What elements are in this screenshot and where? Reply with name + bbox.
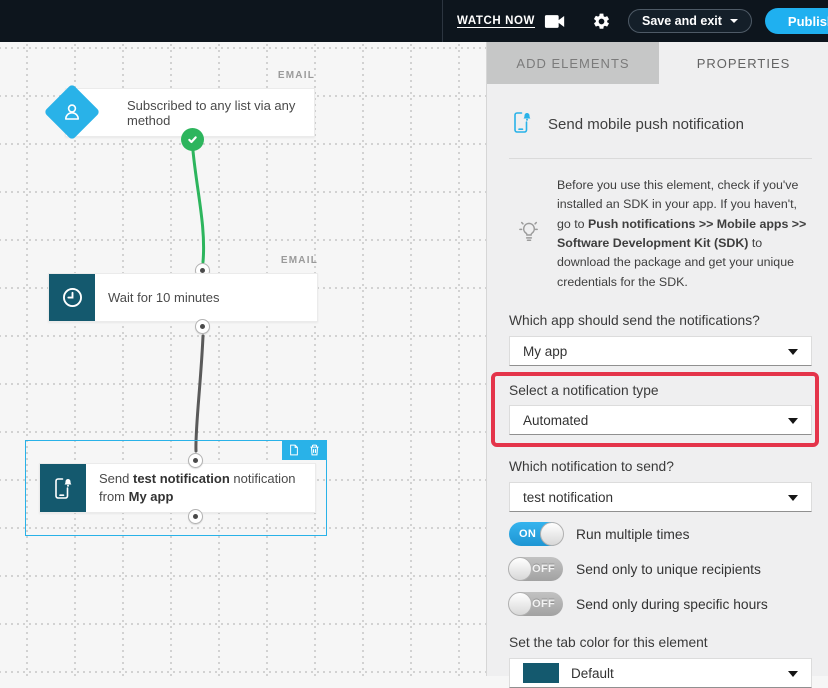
workflow-canvas[interactable]: EMAIL Subscribed to any list via any met… [0,42,487,676]
mobile-push-icon [40,464,86,512]
tab-color-label: Set the tab color for this element [509,635,708,651]
watch-now-link[interactable]: WATCH NOW [457,15,535,27]
toggle-label: Send only to unique recipients [576,561,761,577]
app-select-value: My app [523,343,568,359]
toggle-state: OFF [532,563,555,576]
node-action-badge [282,440,327,460]
panel-header: Send mobile push notification [509,109,812,159]
dropdown-caret-icon [788,495,798,502]
notification-select-value: test notification [523,489,614,505]
dropdown-caret-icon [788,349,798,356]
toggle-label: Run multiple times [576,526,690,542]
notification-type-label: Select a notification type [509,383,659,399]
channel-tag-email: EMAIL [277,70,315,81]
toggle-row-specific-hours: OFF Send only during specific hours [508,592,812,617]
panel-body: Send mobile push notification Before you… [487,84,828,688]
node-label: Wait for 10 minutes [108,290,220,305]
node-send-push[interactable]: Send test notification notification from… [39,463,316,513]
toggle-knob [508,592,532,617]
unique-recipients-toggle[interactable]: OFF [508,557,563,582]
wait-clock-icon [49,274,95,321]
notification-select[interactable]: test notification [509,482,812,513]
dropdown-caret-icon [788,671,798,678]
tab-add-elements[interactable]: ADD ELEMENTS [487,42,659,84]
toggle-row-run-multiple: ON Run multiple times [509,522,812,547]
channel-tag-email: EMAIL [280,255,318,266]
duplicate-icon[interactable] [288,443,300,457]
topbar: WATCH NOW Save and exit Publish [0,0,828,42]
gear-icon[interactable] [592,12,611,31]
notification-type-select[interactable]: Automated [509,405,812,436]
toggle-state: OFF [532,598,555,611]
node-label: Send test notification notification from… [99,470,296,504]
mobile-push-icon [509,109,535,140]
tab-properties[interactable]: PROPERTIES [659,42,828,84]
success-check-icon [181,128,204,151]
main-area: EMAIL Subscribed to any list via any met… [0,42,828,688]
video-camera-icon[interactable] [544,14,566,29]
toggle-state: ON [519,528,537,541]
panel-title: Send mobile push notification [548,116,744,133]
node-wait[interactable]: Wait for 10 minutes [48,273,318,322]
highlight-annotation: Select a notification type Automated [491,372,819,448]
caret-down-icon [729,19,738,23]
save-and-exit-label: Save and exit [642,14,722,28]
properties-panel: ADD ELEMENTS PROPERTIES Send mobile push… [487,42,828,688]
save-and-exit-button[interactable]: Save and exit [628,9,752,33]
publish-button[interactable]: Publish [764,8,828,34]
color-swatch [523,663,559,684]
notification-question-label: Which notification to send? [509,459,674,475]
app-select[interactable]: My app [509,336,812,367]
panel-tabs: ADD ELEMENTS PROPERTIES [487,42,828,84]
run-multiple-times-toggle[interactable]: ON [509,522,564,547]
node-label: Subscribed to any list via any method [127,97,296,128]
app-question-label: Which app should send the notifications? [509,313,760,329]
toggle-row-unique-recipients: OFF Send only to unique recipients [508,557,812,582]
tab-color-value: Default [571,665,614,681]
topbar-controls: WATCH NOW Save and exit Publish [442,0,828,42]
connection-dot[interactable] [188,509,203,524]
sdk-tip-text: Before you use this element, check if yo… [557,178,807,289]
tab-color-select[interactable]: Default [509,658,812,688]
specific-hours-toggle[interactable]: OFF [508,592,563,617]
selected-node-outline: Send test notification notification from… [25,440,327,536]
toggle-knob [508,557,532,582]
trigger-diamond [43,83,101,141]
lightbulb-icon [514,216,544,253]
dropdown-caret-icon [788,418,798,425]
notification-type-value: Automated [523,412,589,428]
connection-dot[interactable] [195,319,210,334]
sdk-tip: Before you use this element, check if yo… [509,176,812,292]
toggle-label: Send only during specific hours [576,596,768,612]
toggle-knob [540,522,564,547]
subscriber-icon [52,92,92,132]
trash-icon[interactable] [308,443,321,457]
connection-dot[interactable] [188,453,203,468]
